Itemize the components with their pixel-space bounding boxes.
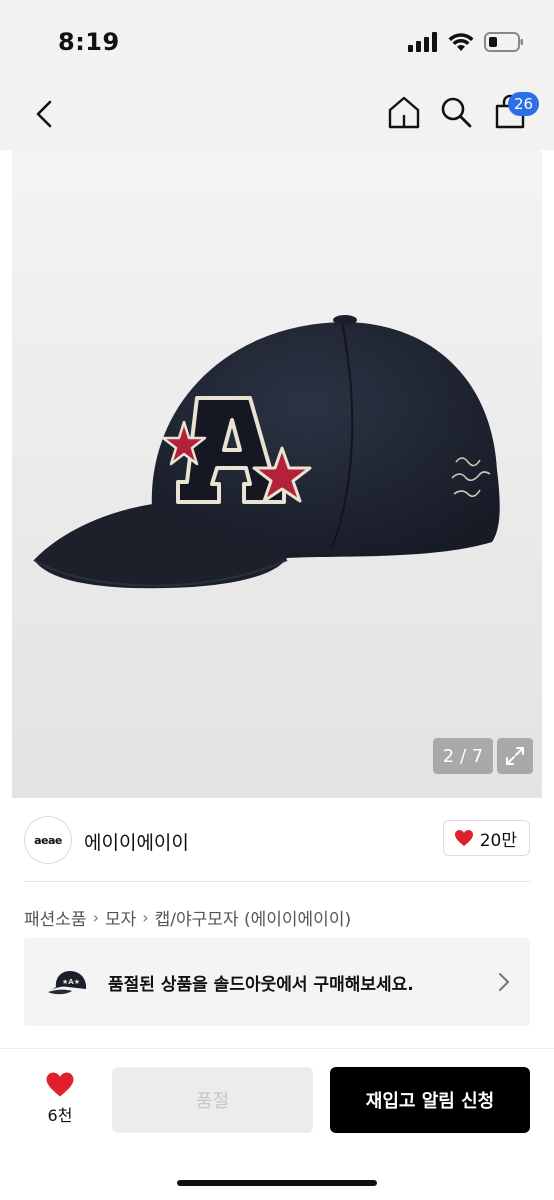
- soldout-button: 품절: [112, 1067, 313, 1133]
- back-button[interactable]: [28, 98, 60, 130]
- status-bar: 8:19: [0, 0, 554, 88]
- brand-logo[interactable]: aeae: [24, 816, 72, 864]
- chevron-right-icon: ›: [142, 908, 149, 927]
- wishlist-button[interactable]: 6천: [30, 1071, 90, 1131]
- search-button[interactable]: [438, 94, 474, 130]
- gallery-page-counter: 2 / 7: [433, 738, 493, 774]
- wifi-icon: [448, 33, 474, 51]
- expand-icon: [506, 747, 524, 765]
- breadcrumb-item-category[interactable]: 패션소품: [24, 905, 87, 930]
- soldout-banner[interactable]: ★A★ 품절된 상품을 솔드아웃에서 구매해보세요.: [24, 938, 530, 1026]
- breadcrumb-item-detail[interactable]: 캡/야구모자 (에이이에이이): [155, 905, 351, 930]
- soldout-banner-text: 품절된 상품을 솔드아웃에서 구매해보세요.: [108, 975, 414, 995]
- brand-like-count: 20만: [479, 830, 517, 851]
- status-icons: [408, 32, 524, 52]
- cart-count-badge: 26: [508, 92, 540, 116]
- restock-alert-button[interactable]: 재입고 알림 신청: [330, 1067, 530, 1133]
- breadcrumb-item-subcategory[interactable]: 모자: [105, 905, 136, 930]
- brand-like-button[interactable]: 20만: [442, 820, 530, 856]
- battery-icon: [484, 32, 523, 52]
- heart-icon: [46, 1072, 74, 1097]
- wishlist-count: 6천: [47, 1106, 73, 1125]
- signal-icon: [408, 32, 437, 52]
- home-button[interactable]: [386, 94, 422, 130]
- soldout-thumbnail: ★A★: [40, 954, 96, 1010]
- brand-name[interactable]: 에이이에이이: [84, 828, 189, 855]
- product-image-cap: [33, 315, 500, 589]
- product-image-gallery[interactable]: 2 / 7: [12, 150, 542, 798]
- brand-row: aeae 에이이에이이 20만: [24, 816, 530, 864]
- cap-thumbnail-image: ★A★: [48, 971, 87, 995]
- heart-icon: [454, 830, 473, 846]
- bottom-action-bar: 6천 품절 재입고 알림 신청: [0, 1048, 554, 1200]
- search-icon: [441, 97, 472, 128]
- breadcrumb: 패션소품 › 모자 › 캡/야구모자 (에이이에이이): [24, 905, 351, 930]
- chevron-right-icon: ›: [92, 908, 99, 927]
- chevron-right-icon: [498, 972, 510, 996]
- home-indicator: [177, 1180, 377, 1186]
- top-nav: [0, 88, 554, 150]
- divider: [24, 881, 530, 882]
- chevron-left-icon: [36, 100, 52, 128]
- status-time: 8:19: [58, 28, 120, 56]
- brand-logo-text: aeae: [34, 833, 62, 847]
- gallery-expand-button[interactable]: [497, 738, 533, 774]
- svg-text:★A★: ★A★: [62, 978, 80, 986]
- home-icon: [388, 96, 420, 129]
